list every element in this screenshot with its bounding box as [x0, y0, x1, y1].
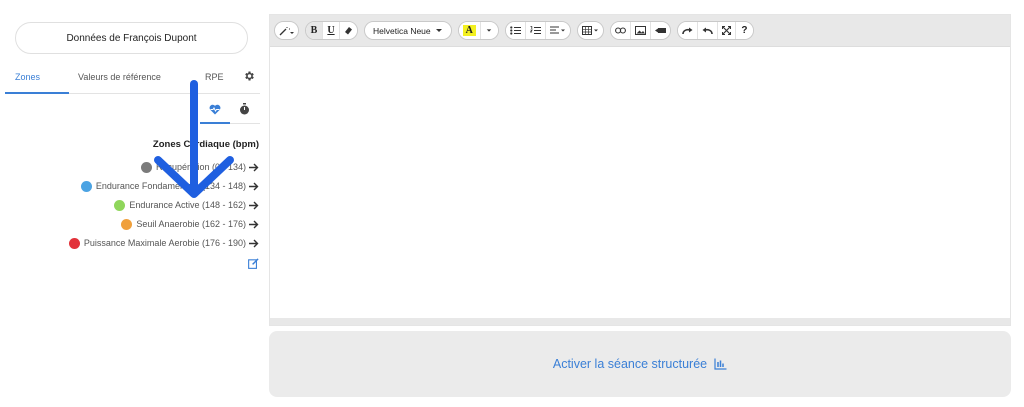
user-data-button[interactable]: Données de François Dupont: [15, 22, 248, 54]
gear-icon[interactable]: [243, 70, 255, 82]
arrow-right-icon[interactable]: [249, 182, 259, 191]
annotation-arrow: [154, 80, 234, 198]
zone-color-dot: [80, 180, 92, 192]
align-dropdown[interactable]: [545, 22, 570, 39]
redo-button[interactable]: [677, 22, 698, 39]
editor-content-area[interactable]: [270, 46, 1010, 318]
font-name: Helvetica Neue: [373, 25, 431, 36]
eraser-button[interactable]: [340, 22, 357, 39]
help-button[interactable]: ?: [735, 22, 753, 39]
numbered-list-icon: [529, 26, 541, 34]
caret-down-icon: [487, 29, 492, 32]
zone-color-dot: [121, 218, 133, 230]
redo-icon: [682, 27, 693, 34]
video-button[interactable]: [650, 22, 670, 39]
text-color-button[interactable]: A: [458, 22, 481, 39]
eraser-icon: [345, 27, 352, 35]
stopwatch-icon[interactable]: [239, 103, 250, 115]
left-panel: Données de François Dupont Zones Valeurs…: [0, 0, 265, 407]
magic-wand-icon: [279, 26, 294, 35]
editor-toolbar: B U Helvetica Neue A ?: [270, 15, 1010, 46]
link-icon: [614, 27, 626, 34]
magic-wand-dropdown[interactable]: [275, 22, 298, 39]
ordered-list-button[interactable]: [525, 22, 546, 39]
fullscreen-icon: [721, 26, 731, 35]
zone-color-dot: [114, 199, 126, 211]
arrow-right-icon[interactable]: [249, 220, 259, 229]
fullscreen-button[interactable]: [717, 22, 736, 39]
color-dropdown[interactable]: [480, 22, 498, 39]
arrow-right-icon[interactable]: [249, 163, 259, 172]
zone-label: Puissance Maximale Aerobie (176 - 190): [83, 238, 246, 248]
tab-reference-values[interactable]: Valeurs de référence: [78, 72, 161, 82]
edit-icon[interactable]: [248, 258, 259, 269]
arrow-right-icon[interactable]: [249, 239, 259, 248]
arrow-right-icon[interactable]: [249, 201, 259, 210]
undo-button[interactable]: [697, 22, 718, 39]
highlight-a-icon: A: [462, 25, 476, 36]
bullet-list-icon: [510, 26, 521, 35]
underline-button[interactable]: U: [323, 22, 340, 39]
image-button[interactable]: [630, 22, 651, 39]
video-icon: [654, 28, 666, 33]
table-icon: [581, 26, 598, 35]
unordered-list-button[interactable]: [505, 22, 526, 39]
zone-item[interactable]: Puissance Maximale Aerobie (176 - 190): [68, 236, 259, 250]
caret-down-icon: [435, 29, 442, 32]
image-icon: [634, 26, 646, 35]
rich-text-editor: B U Helvetica Neue A ?: [269, 14, 1011, 326]
tab-zones[interactable]: Zones: [15, 72, 40, 82]
undo-icon: [702, 27, 713, 34]
bold-button[interactable]: B: [306, 22, 323, 39]
active-tab-underline: [5, 92, 69, 94]
zone-label: Seuil Anaerobie (162 - 176): [136, 219, 246, 229]
activate-structured-session-button[interactable]: Activer la séance structurée: [269, 331, 1011, 397]
table-dropdown[interactable]: [577, 22, 603, 39]
align-left-icon: [549, 26, 565, 34]
bar-chart-icon: [714, 358, 727, 370]
zone-item[interactable]: Seuil Anaerobie (162 - 176): [121, 217, 259, 231]
link-button[interactable]: [610, 22, 631, 39]
activate-label: Activer la séance structurée: [552, 357, 708, 371]
font-family-select[interactable]: Helvetica Neue: [365, 22, 451, 39]
zone-color-dot: [68, 237, 80, 249]
